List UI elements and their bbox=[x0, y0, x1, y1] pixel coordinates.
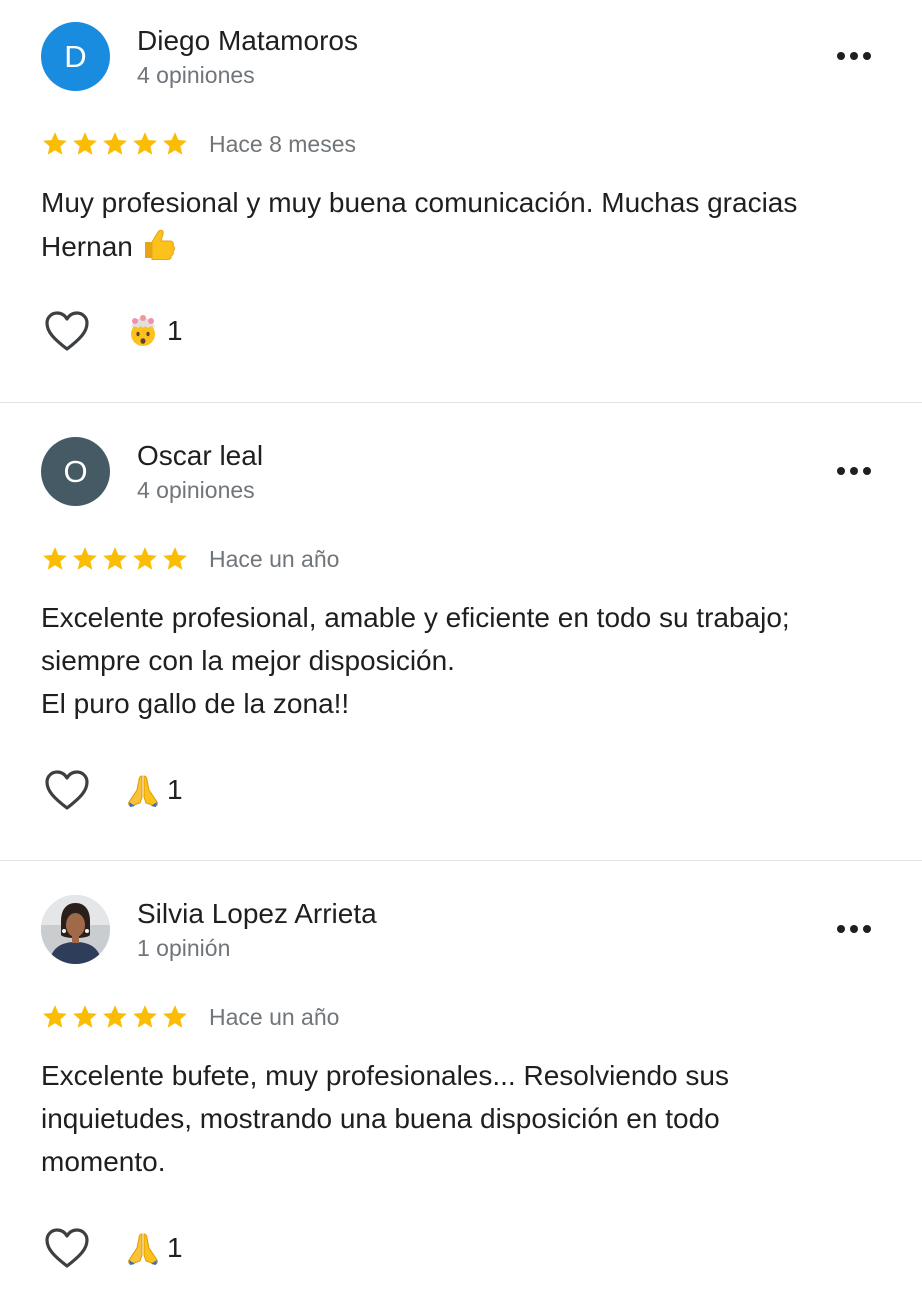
star-rating bbox=[41, 130, 189, 158]
star-icon bbox=[163, 1005, 187, 1028]
star-icon bbox=[73, 547, 97, 570]
review-date: Hace un año bbox=[209, 1004, 340, 1030]
author-review-count: 4 opiniones bbox=[137, 62, 255, 88]
like-button[interactable] bbox=[41, 767, 93, 813]
reaction-chip[interactable]: 1 bbox=[125, 313, 183, 349]
like-button[interactable] bbox=[41, 1225, 93, 1271]
avatar[interactable]: O bbox=[41, 437, 110, 506]
author-review-count: 1 opinión bbox=[137, 935, 231, 961]
star-icon bbox=[73, 1005, 97, 1028]
profile-photo bbox=[41, 895, 110, 964]
reaction-count: 1 bbox=[167, 774, 183, 805]
reaction-chip[interactable]: 1 bbox=[125, 772, 183, 808]
more-dot-icon bbox=[850, 52, 858, 60]
more-options-button[interactable] bbox=[826, 40, 882, 72]
review-text: Muy profesional y muy buena comunicación… bbox=[41, 181, 891, 268]
avatar[interactable]: D bbox=[41, 22, 110, 91]
author-name[interactable]: Oscar leal bbox=[137, 440, 263, 472]
star-icon bbox=[43, 132, 67, 155]
heart-outline-icon bbox=[45, 770, 89, 810]
heart-outline-icon bbox=[45, 1228, 89, 1268]
folded-hands-emoji-icon bbox=[128, 775, 158, 807]
review-text: Excelente profesional, amable y eficient… bbox=[41, 602, 790, 719]
folded-hands-emoji-icon bbox=[128, 1233, 158, 1265]
exploding-head-emoji-icon bbox=[131, 315, 155, 346]
more-dot-icon bbox=[837, 467, 845, 475]
star-icon bbox=[163, 547, 187, 570]
more-dot-icon bbox=[837, 925, 845, 933]
thumbs-up-emoji-icon bbox=[144, 229, 175, 260]
star-icon bbox=[73, 132, 97, 155]
more-options-button[interactable] bbox=[826, 455, 882, 487]
review-date: Hace un año bbox=[209, 546, 340, 572]
more-dot-icon bbox=[837, 52, 845, 60]
star-icon bbox=[43, 547, 67, 570]
avatar-letter: D bbox=[64, 38, 87, 74]
reaction-chip[interactable]: 1 bbox=[125, 1230, 183, 1266]
review-text: Excelente bufete, muy profesionales... R… bbox=[41, 1060, 737, 1177]
star-icon bbox=[133, 132, 157, 155]
review-card: D Diego Matamoros 4 opiniones Hace 8 mes… bbox=[0, 0, 922, 402]
more-dot-icon bbox=[863, 52, 871, 60]
avatar[interactable] bbox=[41, 895, 110, 964]
star-rating bbox=[41, 1003, 189, 1031]
more-options-button[interactable] bbox=[826, 913, 882, 945]
avatar-letter: O bbox=[63, 453, 88, 489]
star-icon bbox=[103, 132, 127, 155]
author-review-count: 4 opiniones bbox=[137, 477, 255, 503]
author-name[interactable]: Silvia Lopez Arrieta bbox=[137, 898, 377, 930]
star-icon bbox=[133, 1005, 157, 1028]
more-dot-icon bbox=[850, 925, 858, 933]
more-dot-icon bbox=[863, 925, 871, 933]
heart-outline-icon bbox=[45, 311, 89, 351]
more-dot-icon bbox=[850, 467, 858, 475]
like-button[interactable] bbox=[41, 308, 93, 354]
star-icon bbox=[103, 1005, 127, 1028]
reaction-count: 1 bbox=[167, 315, 183, 346]
review-card: O Oscar leal 4 opiniones Hace un año Exc… bbox=[0, 403, 922, 860]
author-name[interactable]: Diego Matamoros bbox=[137, 25, 358, 57]
star-icon bbox=[163, 132, 187, 155]
more-dot-icon bbox=[863, 467, 871, 475]
reaction-count: 1 bbox=[167, 1232, 183, 1263]
review-date: Hace 8 meses bbox=[209, 131, 357, 157]
review-card: Silvia Lopez Arrieta 1 opinión Hace un a… bbox=[0, 861, 922, 1290]
star-icon bbox=[133, 547, 157, 570]
star-icon bbox=[43, 1005, 67, 1028]
star-rating bbox=[41, 545, 189, 573]
star-icon bbox=[103, 547, 127, 570]
